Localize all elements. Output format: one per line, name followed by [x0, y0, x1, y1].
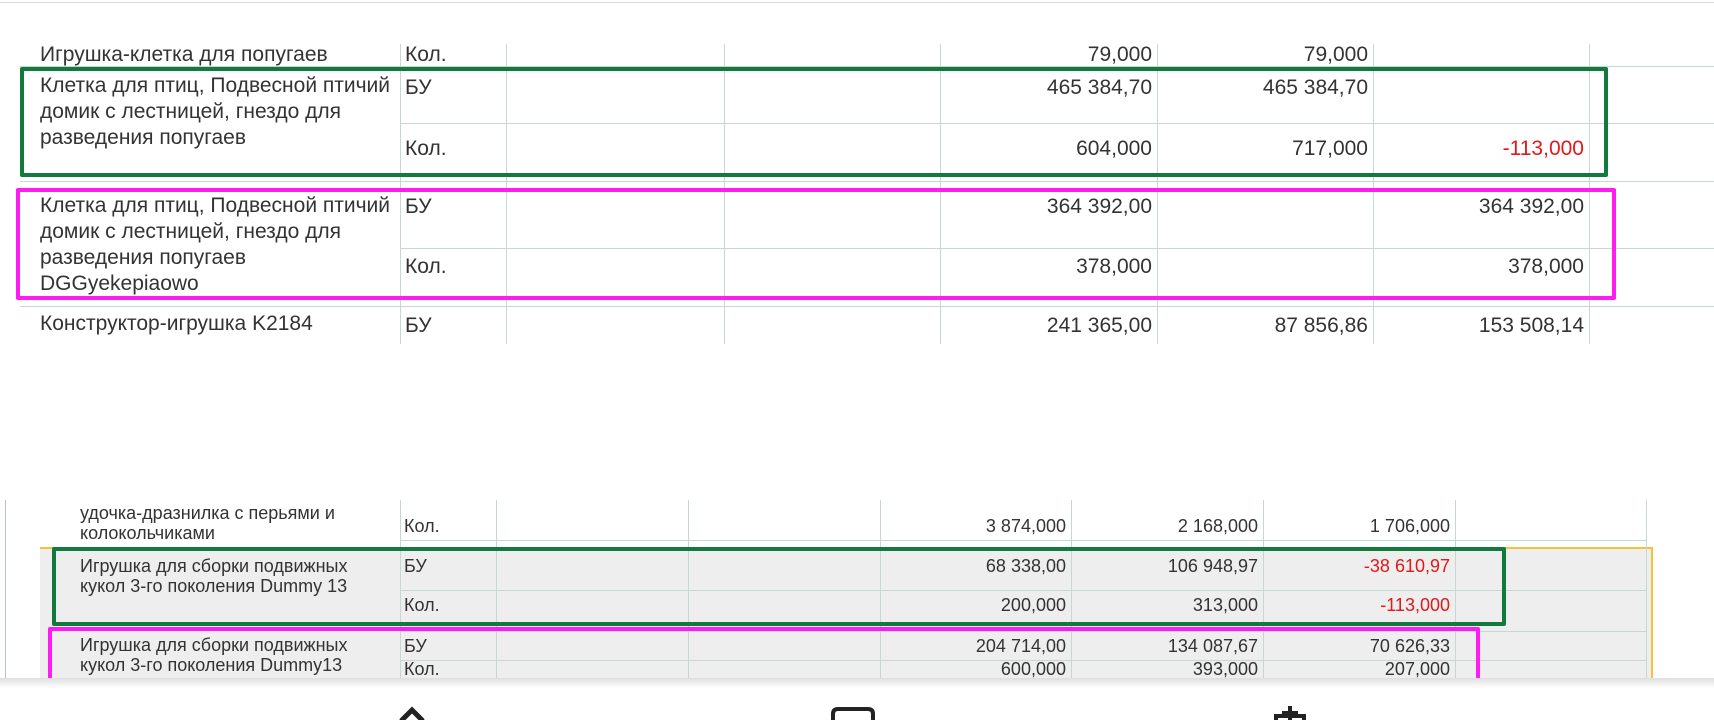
- selection-border-right: [1651, 547, 1653, 680]
- row-divider: [400, 540, 1646, 541]
- value-cell: 87 856,86: [1274, 314, 1368, 337]
- back-arrow-icon[interactable]: [398, 706, 428, 720]
- pink-highlight-box: [16, 188, 1616, 300]
- value-cell: 3 874,000: [985, 516, 1066, 536]
- green-highlight-box: [52, 547, 1506, 626]
- value-cell: 241 365,00: [1046, 314, 1152, 337]
- screenshot: Игрушка-клетка для попугаев Кол. 79,000 …: [0, 0, 1714, 720]
- row-type: Кол.: [405, 43, 447, 66]
- row-type: БУ: [405, 314, 432, 337]
- bottom-bar-shadow: [0, 678, 1714, 688]
- panel-left-edge: [5, 500, 6, 680]
- product-name: Конструктор-игрушка K2184: [40, 312, 313, 335]
- value-cell: 2 168,000: [1177, 516, 1258, 536]
- row-type: Кол.: [404, 516, 440, 536]
- value-cell: 79,000: [1303, 43, 1368, 66]
- row-divider: [20, 306, 1714, 307]
- col-divider: [1646, 500, 1647, 680]
- home-icon[interactable]: [830, 706, 876, 720]
- row-divider: [20, 181, 1714, 182]
- share-icon[interactable]: [1270, 706, 1310, 720]
- product-name: удочка-дразнилка с перьями и колокольчик…: [80, 503, 335, 543]
- report-table-top: Игрушка-клетка для попугаев Кол. 79,000 …: [0, 0, 1714, 345]
- value-cell: 1 706,000: [1369, 516, 1450, 536]
- value-cell: 153 508,14: [1478, 314, 1584, 337]
- green-highlight-box: [20, 67, 1608, 177]
- value-cell: 79,000: [1087, 43, 1152, 66]
- report-table-bottom: удочка-дразнилка с перьями и колокольчик…: [0, 495, 1714, 687]
- product-name: Игрушка-клетка для попугаев: [40, 43, 328, 66]
